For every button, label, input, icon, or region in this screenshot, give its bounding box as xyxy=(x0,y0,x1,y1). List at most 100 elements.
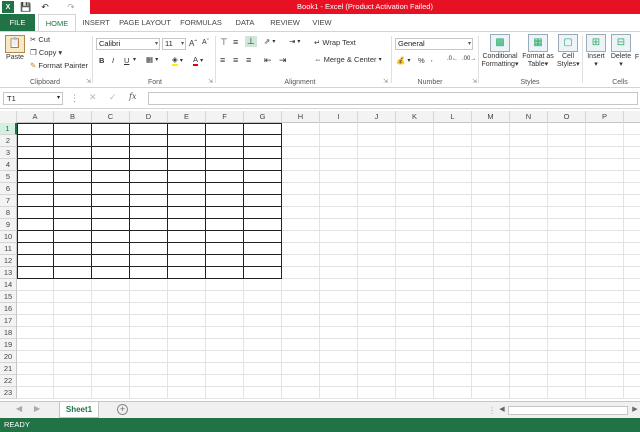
row-header[interactable]: 1 xyxy=(0,123,17,135)
hscroll-right-icon[interactable]: ▶ xyxy=(630,405,640,415)
splitter-handle-icon[interactable]: ⋮ xyxy=(488,406,496,415)
column-header[interactable]: D xyxy=(130,111,168,123)
scroll-right-icon[interactable]: ▶ xyxy=(34,404,40,413)
column-header[interactable]: G xyxy=(244,111,282,123)
insert-function-icon[interactable]: fx xyxy=(129,92,136,101)
tab-data[interactable]: DATA xyxy=(230,14,260,31)
row-header[interactable]: 17 xyxy=(0,315,17,327)
font-size-combo[interactable]: 11 ▾ xyxy=(162,38,186,50)
shrink-font-button[interactable]: Aˇ xyxy=(202,39,209,46)
format-painter-button[interactable]: ✎ Format Painter xyxy=(30,61,88,70)
formula-bar-resize-icon[interactable]: ⋮ xyxy=(70,93,79,104)
row-header[interactable]: 20 xyxy=(0,351,17,363)
tab-insert[interactable]: INSERT xyxy=(78,14,114,31)
cell-styles-button[interactable]: ▢ Cell Styles▾ xyxy=(557,34,580,69)
conditional-formatting-button[interactable]: ▩ Conditional Formatting▾ xyxy=(481,34,519,69)
enter-icon[interactable]: ✓ xyxy=(109,92,117,103)
row-header[interactable]: 19 xyxy=(0,339,17,351)
formula-input[interactable] xyxy=(148,92,638,105)
row-header[interactable]: 4 xyxy=(0,159,17,171)
align-top-icon[interactable]: ⊤ xyxy=(220,37,228,48)
italic-button[interactable]: I xyxy=(112,56,114,65)
column-header[interactable]: F xyxy=(206,111,244,123)
redo-icon[interactable]: ↷ xyxy=(64,1,78,13)
row-header[interactable]: 12 xyxy=(0,255,17,267)
column-header[interactable]: A xyxy=(17,111,54,123)
format-as-table-button[interactable]: ▦ Format as Table▾ xyxy=(521,34,555,69)
borders-button[interactable]: ▦ ▾ xyxy=(146,55,158,64)
column-header[interactable]: J xyxy=(358,111,396,123)
number-format-combo[interactable]: General ▾ xyxy=(395,38,473,50)
decrease-decimal-icon[interactable]: .00→ xyxy=(462,56,476,62)
tab-home[interactable]: HOME xyxy=(38,14,76,32)
merge-center-button[interactable]: ⇔ Merge & Center ▾ xyxy=(314,55,382,64)
name-box[interactable]: T1 ▾ xyxy=(3,92,63,105)
column-header[interactable]: L xyxy=(434,111,472,123)
sheet-tab-sheet1[interactable]: Sheet1 xyxy=(59,402,99,418)
orientation-button[interactable]: ⇗ ▾ xyxy=(264,37,275,46)
wrap-text-button[interactable]: ↵ Wrap Text xyxy=(314,38,356,47)
row-header[interactable]: 15 xyxy=(0,291,17,303)
row-header[interactable]: 18 xyxy=(0,327,17,339)
hscroll-left-icon[interactable]: ◀ xyxy=(497,405,507,415)
paste-button[interactable]: 📋 Paste xyxy=(3,35,27,62)
bold-button[interactable]: B xyxy=(99,56,104,65)
row-header[interactable]: 6 xyxy=(0,183,17,195)
tab-formulas[interactable]: FORMULAS xyxy=(178,14,224,31)
worksheet-grid[interactable]: ABCDEFGHIJKLMNOP 1 2 3 4 5 6 7 8 9 10 11 12 13 14 15 16… xyxy=(0,111,640,401)
column-header[interactable]: E xyxy=(168,111,206,123)
increase-indent-icon[interactable]: ⇥ xyxy=(279,55,287,66)
number-launcher-icon[interactable]: ⇲ xyxy=(472,78,477,85)
align-right-icon[interactable]: ≡ xyxy=(246,55,251,65)
row-header[interactable]: 7 xyxy=(0,195,17,207)
row-header[interactable]: 5 xyxy=(0,171,17,183)
row-header[interactable]: 9 xyxy=(0,219,17,231)
cut-button[interactable]: ✂ Cut xyxy=(30,35,50,44)
comma-style-icon[interactable]: ‚ xyxy=(431,56,433,63)
column-header[interactable]: P xyxy=(586,111,624,123)
tab-review[interactable]: REVIEW xyxy=(266,14,304,31)
column-header[interactable]: H xyxy=(282,111,320,123)
font-launcher-icon[interactable]: ⇲ xyxy=(208,78,213,85)
save-icon[interactable]: 💾 xyxy=(20,1,32,13)
align-bottom-icon[interactable]: ⊥ xyxy=(245,36,257,47)
align-center-icon[interactable]: ≡ xyxy=(233,55,238,65)
insert-cells-button[interactable]: ⊞ Insert ▾ xyxy=(585,34,607,69)
cancel-icon[interactable]: ✕ xyxy=(89,92,97,103)
tab-file[interactable]: FILE xyxy=(0,14,35,31)
row-header[interactable]: 8 xyxy=(0,207,17,219)
font-color-button[interactable]: A ▾ xyxy=(193,55,203,66)
align-middle-icon[interactable]: ≡ xyxy=(233,37,238,47)
row-header[interactable]: 22 xyxy=(0,375,17,387)
column-header[interactable]: K xyxy=(396,111,434,123)
align-left-icon[interactable]: ≡ xyxy=(220,55,225,65)
row-header[interactable]: 2 xyxy=(0,135,17,147)
row-header[interactable]: 16 xyxy=(0,303,17,315)
accounting-format-button[interactable]: 💰 ▾ xyxy=(396,56,410,65)
chevron-down-icon[interactable]: ▾ xyxy=(133,56,136,63)
decrease-indent-icon[interactable]: ⇤ xyxy=(264,55,272,66)
row-header[interactable]: 3 xyxy=(0,147,17,159)
row-header[interactable]: 10 xyxy=(0,231,17,243)
copy-button[interactable]: ❐ Copy ▾ xyxy=(30,48,62,57)
horizontal-scrollbar[interactable] xyxy=(508,406,628,415)
row-header[interactable]: 23 xyxy=(0,387,17,399)
indent-button[interactable]: ⇥ ▾ xyxy=(289,37,300,46)
column-header[interactable]: N xyxy=(510,111,548,123)
clipboard-launcher-icon[interactable]: ⇲ xyxy=(86,78,91,85)
font-name-combo[interactable]: Calibri ▾ xyxy=(96,38,160,50)
tab-page-layout[interactable]: PAGE LAYOUT xyxy=(118,14,172,31)
increase-decimal-icon[interactable]: .0← xyxy=(447,56,458,62)
grow-font-button[interactable]: Aˆ xyxy=(189,39,197,48)
row-header[interactable]: 21 xyxy=(0,363,17,375)
column-header[interactable]: B xyxy=(54,111,92,123)
row-header[interactable]: 11 xyxy=(0,243,17,255)
select-all-corner[interactable] xyxy=(0,111,17,123)
percent-style-button[interactable]: % xyxy=(418,56,425,65)
scroll-left-icon[interactable]: ◀ xyxy=(16,404,22,413)
row-header[interactable]: 13 xyxy=(0,267,17,279)
column-header[interactable]: I xyxy=(320,111,358,123)
column-header[interactable]: O xyxy=(548,111,586,123)
column-header[interactable]: C xyxy=(92,111,130,123)
column-header[interactable]: M xyxy=(472,111,510,123)
